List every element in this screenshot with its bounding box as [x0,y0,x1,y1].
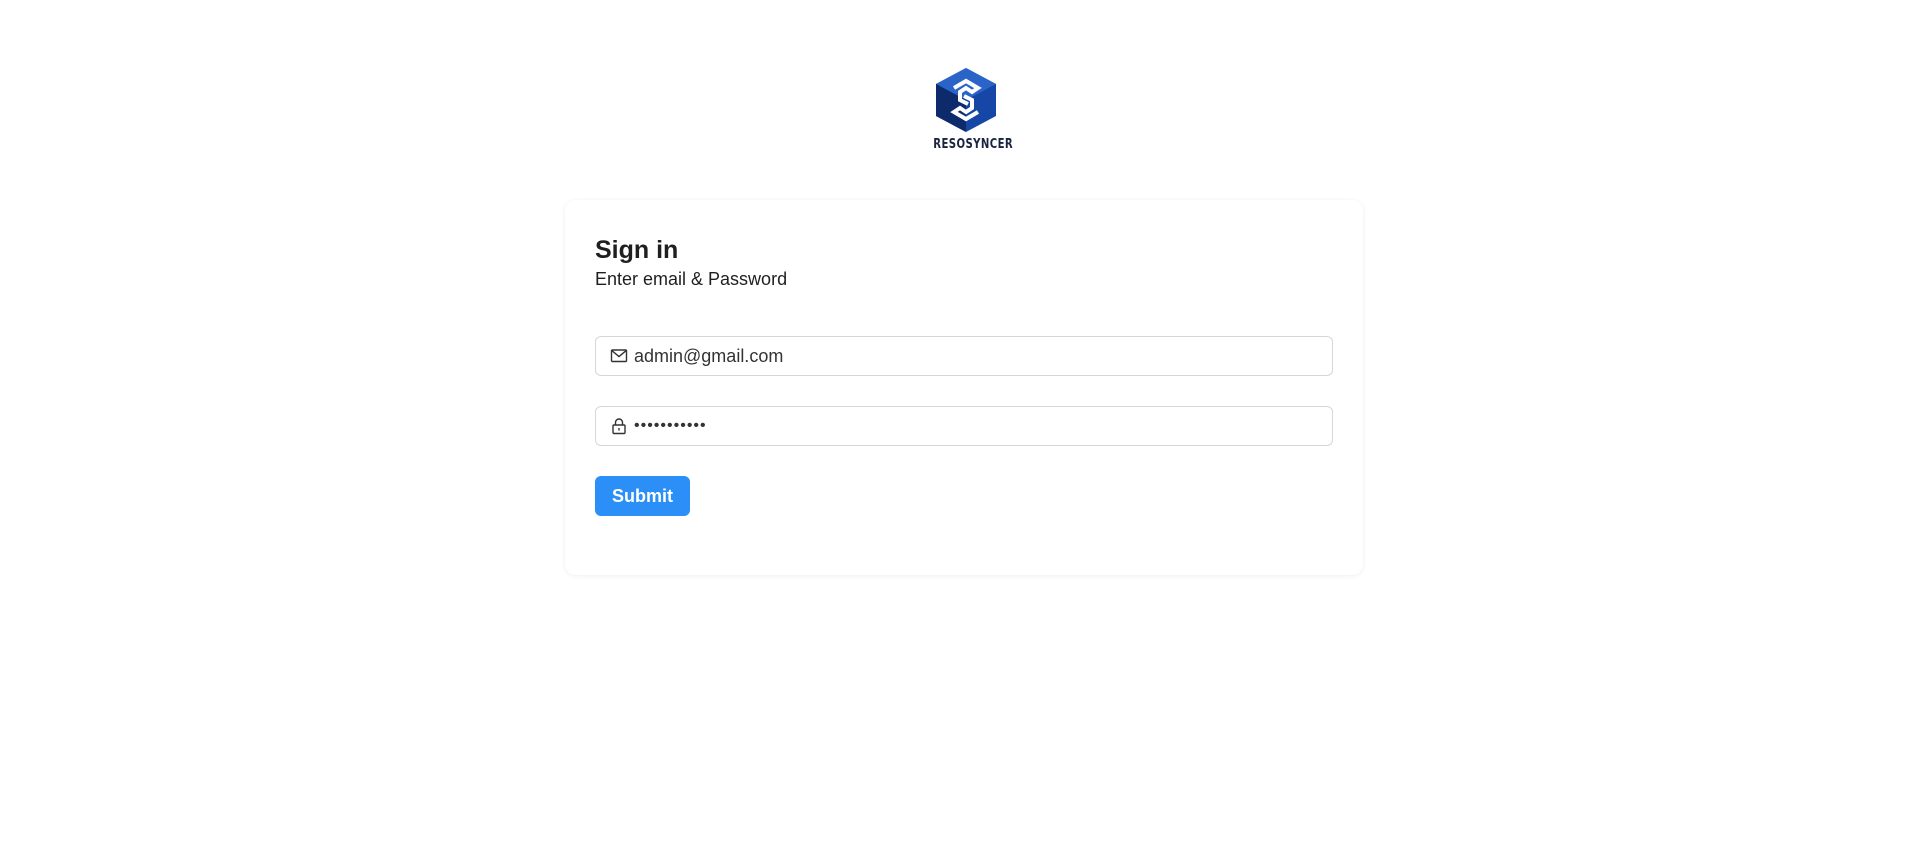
brand-name: RESOSYNCER [933,137,1014,152]
password-field[interactable] [595,406,1333,446]
password-input[interactable] [634,417,1314,435]
login-page: RESOSYNCER Sign in Enter email & Passwor… [0,0,1920,864]
submit-button[interactable]: Submit [595,476,690,516]
signin-card: Sign in Enter email & Password Submi [565,200,1363,575]
signin-title: Sign in [595,236,679,264]
email-field[interactable] [595,336,1333,376]
resosyncer-cube-logo-icon [936,68,996,132]
mail-icon [610,347,628,365]
email-input[interactable] [634,345,1314,367]
brand-logo: RESOSYNCER [924,66,1014,152]
signin-subtitle: Enter email & Password [595,269,788,289]
lock-icon [610,417,628,435]
